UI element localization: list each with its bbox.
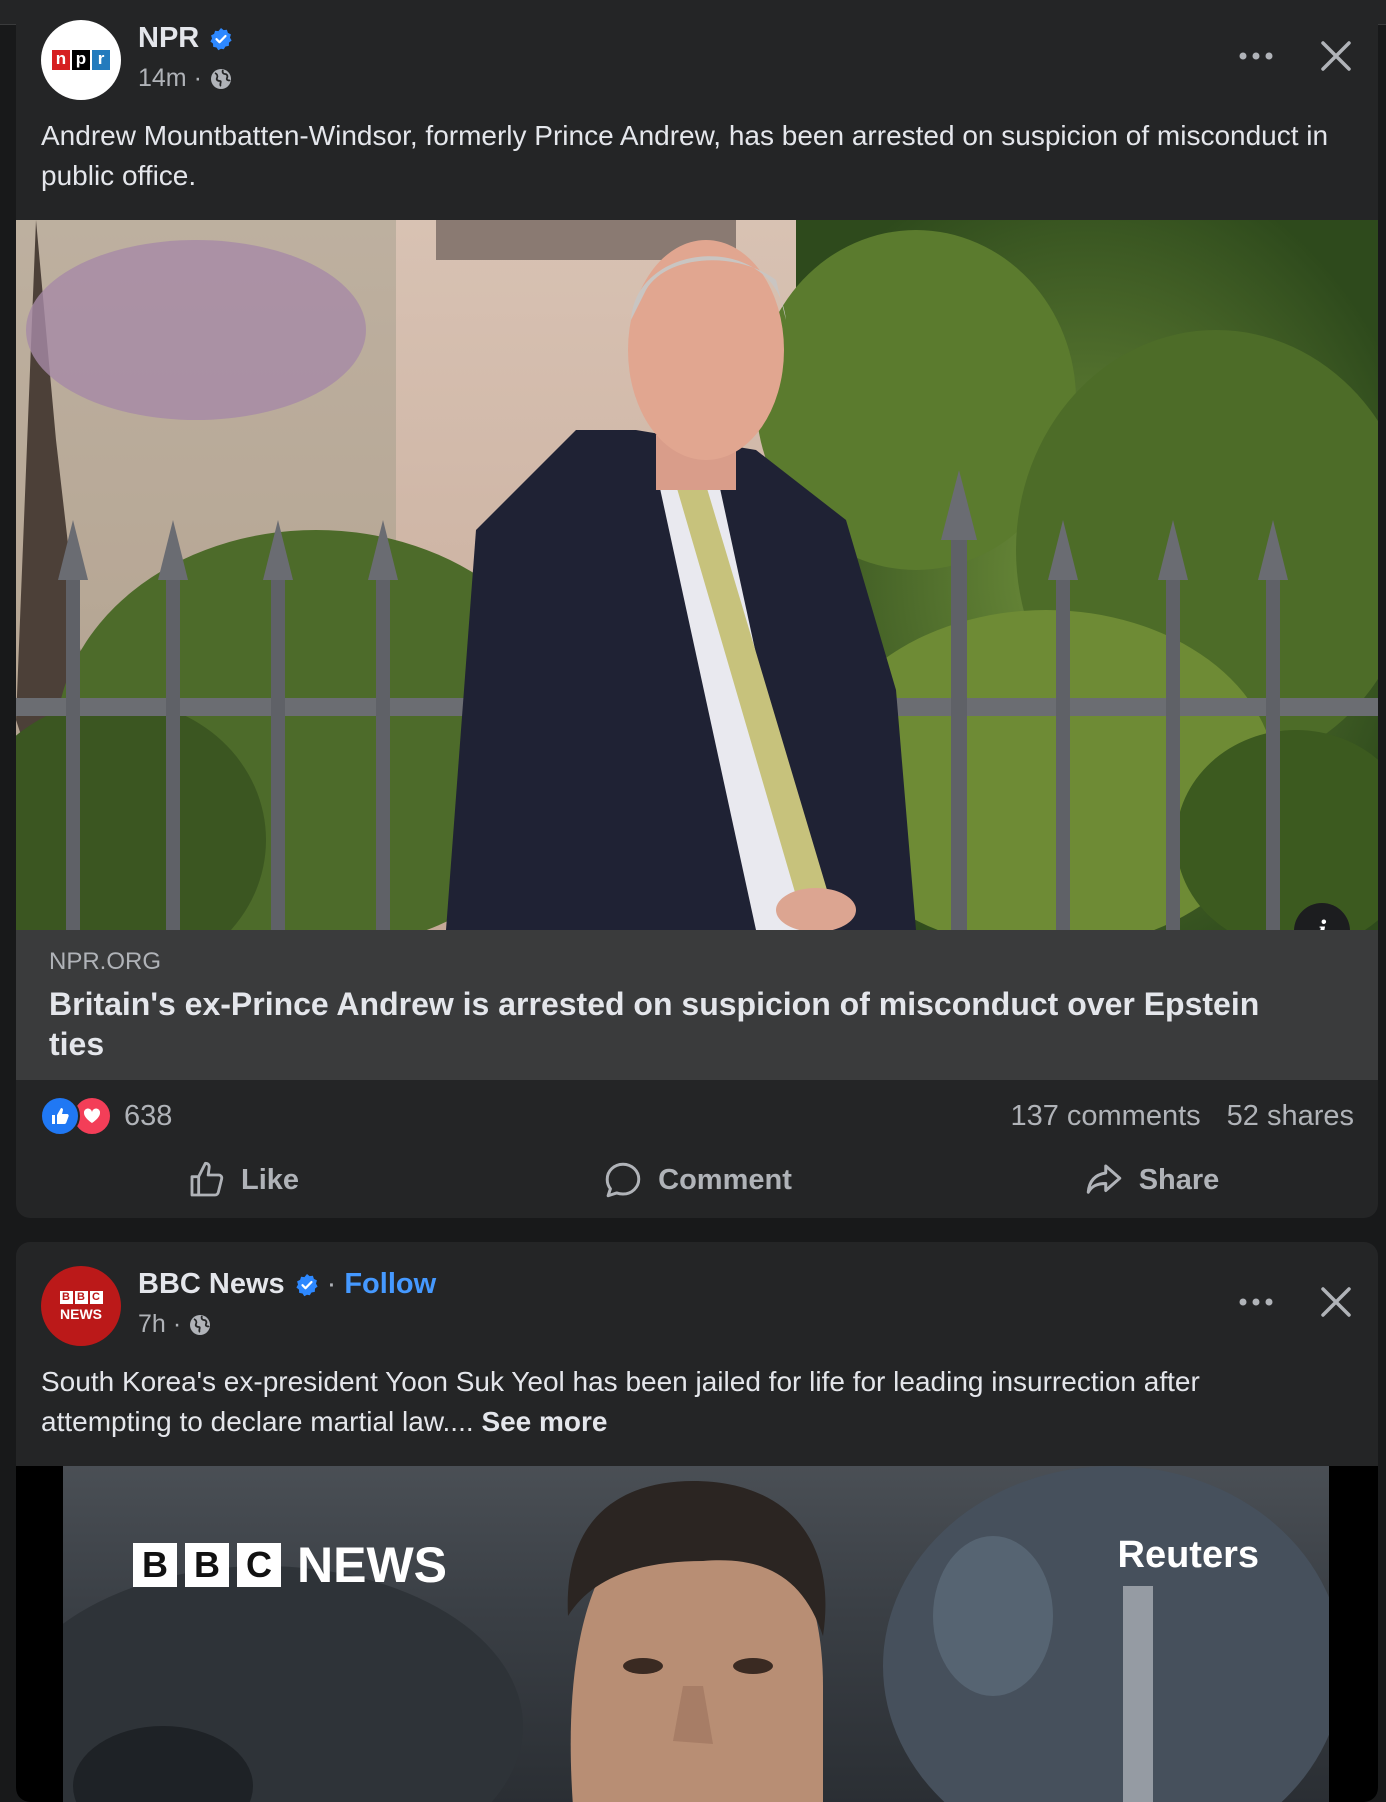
link-title[interactable]: Britain's ex-Prince Andrew is arrested o… [49, 984, 1318, 1064]
bbc-logo-word: NEWS [297, 1537, 447, 1593]
bbc-avatar-letter-b2: B [74, 1290, 88, 1304]
verified-badge-icon [210, 27, 232, 50]
link-preview-box[interactable]: NPR.ORG Britain's ex-Prince Andrew is ar… [16, 930, 1378, 1080]
reactions-summary[interactable]: 638 [40, 1096, 172, 1136]
npr-logo: n p r [52, 50, 110, 70]
post-text: Andrew Mountbatten-Windsor, formerly Pri… [41, 120, 1329, 191]
npr-logo-letter-p: p [72, 50, 90, 70]
bbc-avatar[interactable]: B B C NEWS [41, 1266, 121, 1346]
more-options-button[interactable] [1230, 30, 1282, 82]
post-text-body: South Korea's ex-president Yoon Suk Yeol… [41, 1366, 1200, 1437]
post-meta: 7h · [138, 1310, 212, 1339]
comments-count[interactable]: 137 comments [1010, 1100, 1200, 1133]
more-icon [1239, 1298, 1273, 1306]
post-header: NPR [138, 22, 233, 55]
post-card-npr: n p r NPR 14m · Andrew Mountbatten-Winds… [16, 0, 1378, 1218]
post-meta: 14m · [138, 64, 233, 93]
post-image[interactable]: B B C NEWS Reuters [16, 1466, 1378, 1802]
npr-logo-letter-n: n [52, 50, 70, 70]
link-preview-image[interactable]: i [16, 220, 1378, 930]
close-icon [1321, 41, 1351, 71]
thumbs-up-icon [190, 1161, 224, 1197]
comment-label: Comment [658, 1163, 792, 1196]
photo-prince-andrew [16, 220, 1378, 930]
photo-yoon-suk-yeol: B B C NEWS Reuters [63, 1466, 1329, 1802]
hide-post-button[interactable] [1310, 30, 1362, 82]
engagement-counts: 137 comments 52 shares [1010, 1100, 1354, 1133]
share-icon [1086, 1164, 1121, 1194]
shares-count[interactable]: 52 shares [1227, 1100, 1354, 1133]
globe-icon [190, 1314, 211, 1335]
post-text: South Korea's ex-president Yoon Suk Yeol… [41, 1362, 1338, 1442]
page-name[interactable]: BBC News [138, 1268, 285, 1301]
meta-dot: · [193, 64, 202, 92]
meta-dot: · [172, 1310, 182, 1338]
like-reaction-icon [40, 1096, 80, 1136]
close-icon [1321, 1287, 1351, 1317]
bbc-news-logo: B B C NEWS [133, 1536, 447, 1594]
photo-credit: Reuters [1117, 1534, 1260, 1576]
reaction-count: 638 [124, 1099, 173, 1132]
globe-icon [210, 68, 231, 89]
page-name[interactable]: NPR [138, 22, 199, 55]
share-label: Share [1138, 1163, 1220, 1196]
bbc-logo-letter-b2: B [185, 1543, 229, 1587]
bbc-avatar-logo: B B C [59, 1290, 103, 1304]
npr-logo-letter-r: r [92, 50, 110, 70]
like-button[interactable]: Like [16, 1150, 470, 1210]
link-domain: NPR.ORG [49, 948, 162, 975]
bbc-logo-letter-c: C [237, 1543, 281, 1587]
more-icon [1239, 52, 1273, 60]
more-options-button[interactable] [1230, 1276, 1282, 1328]
share-button[interactable]: Share [924, 1150, 1378, 1210]
bbc-avatar-word: NEWS [60, 1305, 102, 1322]
bbc-avatar-letter-c: C [89, 1290, 103, 1304]
post-header: BBC News · Follow [138, 1268, 436, 1301]
post-time[interactable]: 14m [138, 64, 187, 93]
comment-button[interactable]: Comment [470, 1150, 924, 1210]
bbc-avatar-letter-b1: B [59, 1290, 73, 1304]
post-actions: Like Comment Share [16, 1150, 1378, 1210]
follow-button[interactable]: Follow [344, 1268, 436, 1301]
post-time[interactable]: 7h [138, 1310, 166, 1339]
hide-post-button[interactable] [1310, 1276, 1362, 1328]
like-label: Like [240, 1163, 300, 1196]
bbc-logo-letter-b1: B [133, 1543, 177, 1587]
see-more-link[interactable]: See more [481, 1406, 607, 1437]
follow-separator: · [326, 1268, 337, 1300]
verified-badge-icon [296, 1273, 318, 1296]
npr-avatar[interactable]: n p r [41, 20, 121, 100]
comment-icon [605, 1162, 641, 1198]
post-card-bbc: B B C NEWS BBC News · Follow 7h · South … [16, 1242, 1378, 1802]
